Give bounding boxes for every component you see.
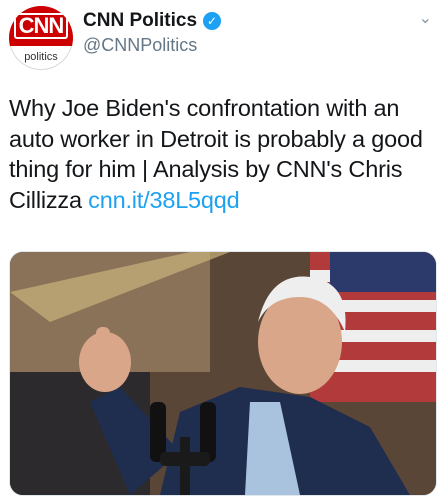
photo-illustration xyxy=(10,252,436,495)
logo-subtext: politics xyxy=(24,51,58,63)
account-names: CNN Politics ✓ @CNNPolitics xyxy=(83,10,222,56)
display-name[interactable]: CNN Politics xyxy=(83,10,197,32)
cnn-logo: CNN xyxy=(9,6,73,46)
tweet-header: CNN politics CNN Politics ✓ @CNNPolitics… xyxy=(9,6,444,76)
avatar[interactable]: CNN politics xyxy=(9,6,73,70)
tweet-photo[interactable] xyxy=(9,251,437,496)
chevron-down-icon[interactable]: ⌄ xyxy=(419,8,432,28)
verified-badge-icon: ✓ xyxy=(203,12,222,30)
logo-text: CNN xyxy=(13,13,69,39)
tweet-text: Why Joe Biden's confrontation with an au… xyxy=(9,93,437,215)
display-name-row[interactable]: CNN Politics ✓ xyxy=(83,10,222,32)
tweet-link[interactable]: cnn.it/38L5qqd xyxy=(88,187,240,213)
handle[interactable]: @CNNPolitics xyxy=(83,35,221,56)
